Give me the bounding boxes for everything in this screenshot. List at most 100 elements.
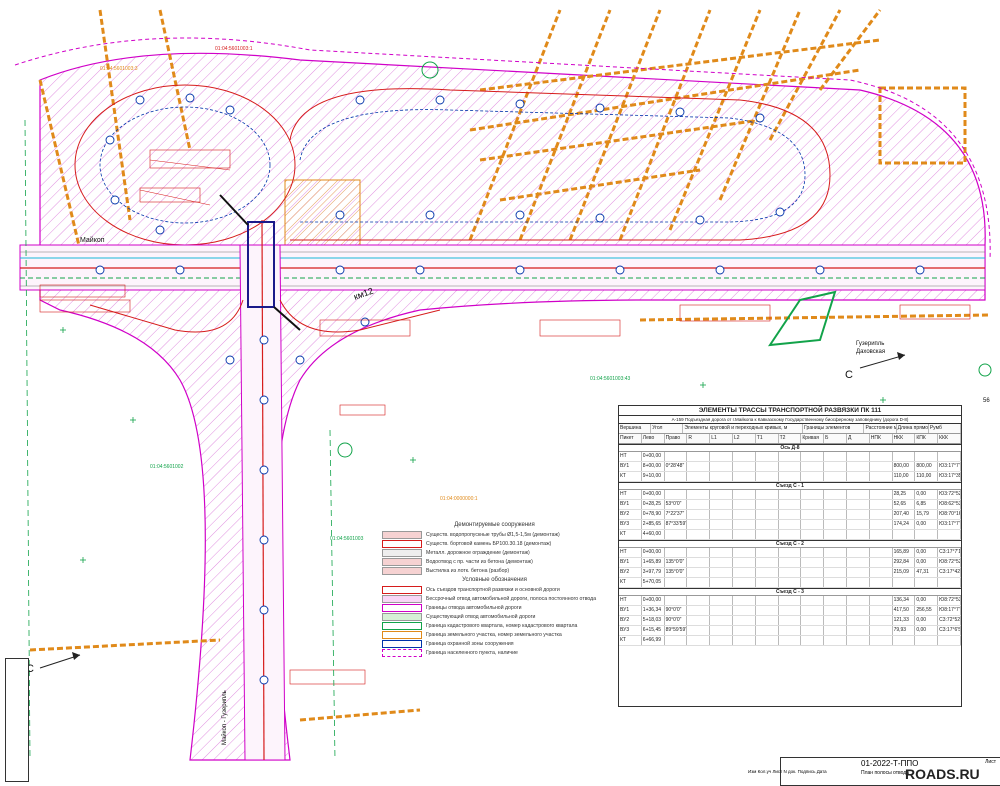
side-stamp <box>5 658 29 782</box>
table-cell: КТ <box>619 578 642 587</box>
table-cell <box>710 472 733 481</box>
legend-swatch <box>382 548 422 557</box>
table-cell <box>665 578 688 587</box>
table-cell <box>756 636 779 645</box>
table-cell: 47,31 <box>915 568 939 577</box>
table-cell <box>710 452 733 461</box>
label-dakhovskaya: Даховская <box>856 349 885 355</box>
table-cell <box>915 578 939 587</box>
table-cell <box>756 616 779 625</box>
table-cell <box>801 636 825 645</box>
table-cell <box>733 462 756 471</box>
table-cell <box>824 616 847 625</box>
table-cell <box>801 616 825 625</box>
table-cell <box>847 500 870 509</box>
cadastral-label: 01:04:5601003:3 <box>100 66 138 72</box>
table-cell <box>779 636 802 645</box>
legend-swatch <box>382 621 422 630</box>
table-section-title: Съезд С - 2 <box>619 540 961 548</box>
table-cell <box>733 500 756 509</box>
legend-item: Выстилка из лотк. бетона (разбор) <box>382 566 607 575</box>
table-cell <box>756 578 779 587</box>
table-cell: 121,33 <box>893 616 916 625</box>
table-cell <box>847 530 870 539</box>
legend-symbols-title: Условные обозначения <box>462 577 527 583</box>
table-cell <box>824 490 847 499</box>
table-cell: С3:17°7'1" <box>939 548 961 557</box>
table-cell <box>870 452 893 461</box>
table-cell <box>733 626 756 635</box>
table-cell: 0+00,00 <box>642 596 665 605</box>
table-cell <box>801 558 825 567</box>
table-cell: С3:17°6'59" <box>939 626 961 635</box>
table-section-title: Съезд С - 3 <box>619 588 961 596</box>
table-cell: Ю8:62°53'55" <box>938 500 961 509</box>
table-cell <box>779 548 802 557</box>
table-cell: Ю3:17°7'1" <box>939 520 961 529</box>
table-cell <box>779 472 802 481</box>
table-cell: Ю8:72°52'59" <box>938 558 961 567</box>
table-cell: 165,89 <box>893 548 916 557</box>
table-cell: 256,55 <box>915 606 939 615</box>
table-cell: 90°0'0" <box>665 616 688 625</box>
table-cell <box>801 472 825 481</box>
table-cell: 9+10,00 <box>642 472 665 481</box>
legend-item: Металл. дорожное ограждение (демонтаж) <box>382 548 607 557</box>
table-cell: Ю3:72°52'58" <box>938 490 961 499</box>
table-cell <box>687 490 711 499</box>
table-row: ВУ11+36,3490°0'0" 417,50256,55Ю8:17°7'1" <box>619 606 961 616</box>
table-row: ВУ11+65,89135°0'0" 292,840,00Ю8:72°52'59" <box>619 558 961 568</box>
table-cell <box>710 636 733 645</box>
table-cell <box>870 616 893 625</box>
table-cell <box>847 558 870 567</box>
table-cell: 0,00 <box>915 548 939 557</box>
table-cell <box>779 520 802 529</box>
table-cell: 52,65 <box>893 500 916 509</box>
table-cell: Ю8:70°16'33" <box>938 510 961 519</box>
table-cell <box>733 490 756 499</box>
table-cell <box>779 616 802 625</box>
table-cell <box>824 530 847 539</box>
table-row: ВУ25+18,0390°0'0" 121,330,00С3:72°52'59" <box>619 616 961 626</box>
legend-item: Граница населенного пункта, наличие <box>382 648 607 657</box>
table-cell <box>687 452 711 461</box>
table-cell <box>847 472 870 481</box>
table-body: Ось Д-8 НТ 0+00,00 ВУ1 8+00,00 0°28'48" 800,00… <box>619 444 961 646</box>
table-cell <box>824 472 847 481</box>
compass-label-east: С <box>845 369 853 381</box>
table-cell: Ю3:17°35'51" <box>938 472 961 481</box>
table-cell <box>870 510 893 519</box>
table-cell <box>824 606 847 615</box>
table-cell <box>779 500 802 509</box>
table-cell <box>665 490 688 499</box>
table-cell <box>824 510 847 519</box>
legend-swatch <box>382 630 422 639</box>
cadastral-label: 01:04:5601003:1 <box>215 46 253 52</box>
table-cell: 7°22'37" <box>665 510 688 519</box>
table-cell <box>801 606 825 615</box>
table-cell: ВУ3 <box>619 626 642 635</box>
table-row: КТ9+10,00110,00110,00Ю3:17°35'51" <box>619 472 961 482</box>
demolition-area <box>284 179 361 246</box>
table-cell <box>687 606 711 615</box>
table-cell <box>893 530 916 539</box>
table-cell <box>687 558 711 567</box>
table-cell: ВУ1 <box>619 462 642 471</box>
table-cell: 136,34 <box>893 596 916 605</box>
table-cell: НТ <box>619 490 642 499</box>
table-cell: Ю8:17°7'1" <box>939 606 961 615</box>
table-cell <box>938 530 961 539</box>
table-cell <box>779 568 802 577</box>
table-cell <box>779 490 802 499</box>
table-cell <box>801 452 825 461</box>
table-cell <box>710 500 733 509</box>
table-cell <box>733 558 756 567</box>
table-cell <box>756 500 779 509</box>
table-cell <box>824 548 847 557</box>
table-cell: НТ <box>619 452 642 461</box>
table-cell <box>915 636 939 645</box>
table-cell <box>847 606 870 615</box>
table-cell <box>733 520 756 529</box>
table-cell <box>733 596 756 605</box>
table-cell <box>847 578 870 587</box>
